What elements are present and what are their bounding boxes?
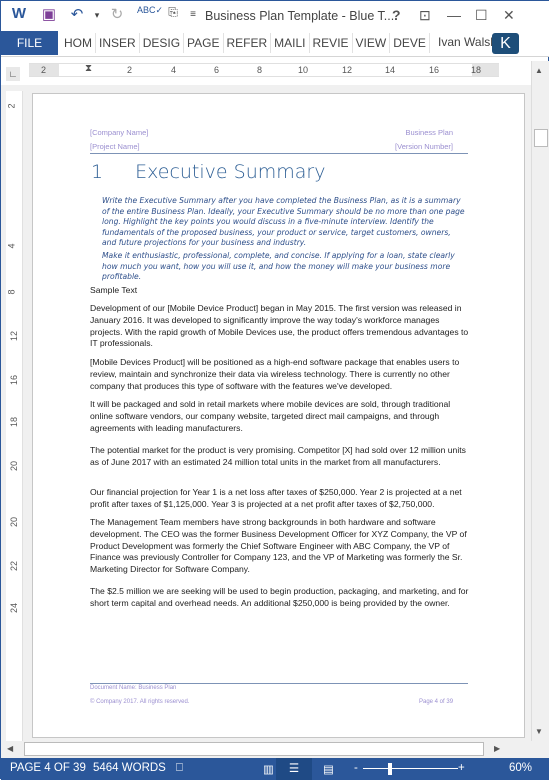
tab-mailings[interactable]: MAILI (271, 33, 310, 53)
footer-divider (90, 683, 468, 684)
tab-page-layout[interactable]: PAGE (184, 33, 224, 53)
tab-references[interactable]: REFER (224, 33, 272, 53)
tab-design[interactable]: DESIG (140, 33, 185, 53)
ribbon-display-icon[interactable]: ⊡ (419, 7, 431, 24)
scroll-right-icon[interactable]: ▶ (494, 744, 500, 753)
minimize-icon[interactable]: — (447, 7, 461, 23)
ruler-label: 12 (342, 65, 353, 75)
help-icon[interactable]: ? (392, 7, 401, 23)
web-layout-icon[interactable]: ▤ (323, 762, 334, 776)
body-paragraph[interactable]: Development of our [Mobile Device Produc… (90, 303, 470, 350)
body-paragraph[interactable]: The potential market for the product is … (90, 445, 470, 469)
horizontal-scrollbar[interactable]: ◀ ▶ (1, 741, 549, 758)
maximize-icon[interactable]: ☐ (475, 7, 488, 24)
header-divider (90, 153, 468, 154)
spelling-icon[interactable]: ABC✓ (137, 5, 163, 16)
undo-icon[interactable]: ↶ (67, 5, 87, 23)
header-version: [Version Number] (395, 142, 453, 151)
zoom-slider-thumb[interactable] (388, 763, 392, 775)
ruler-label: 6 (214, 65, 220, 75)
user-name-label: Ivan Walsh (438, 35, 497, 49)
instruction-text: Make it enthusiastic, professional, comp… (102, 251, 455, 281)
section-heading: 1 Executive Summary (91, 161, 325, 183)
tab-insert[interactable]: INSER (96, 33, 140, 53)
ribbon-tabs: FILE HOM INSER DESIG PAGE REFER MAILI RE… (1, 31, 549, 57)
body-paragraph[interactable]: It will be packaged and sold in retail m… (90, 399, 470, 434)
sample-text-label: Sample Text (90, 285, 138, 295)
print-layout-icon[interactable]: ☰ (276, 758, 312, 780)
vertical-ruler: 2 4 8 12 16 18 20 20 22 24 (6, 91, 23, 741)
scroll-left-icon[interactable]: ◀ (7, 744, 13, 753)
save-icon[interactable]: ▣ (39, 5, 59, 23)
ruler-label: 4 (171, 65, 177, 75)
ruler-label: 16 (429, 65, 440, 75)
word-count[interactable]: 5464 WORDS (93, 762, 166, 774)
zoom-out-button[interactable]: - (354, 762, 358, 774)
status-bar: PAGE 4 OF 39 5464 WORDS ⎕ ▥ ☰ ▤ - + 60% (1, 758, 549, 780)
scrollbar-thumb[interactable] (24, 742, 484, 756)
close-icon[interactable]: ✕ (503, 7, 515, 24)
body-paragraph[interactable]: Our financial projection for Year 1 is a… (90, 487, 470, 511)
footer-docname: Document Name: Business Plan (90, 685, 177, 691)
tab-view[interactable]: VIEW (353, 33, 391, 53)
body-paragraph[interactable]: [Mobile Devices Product] will be positio… (90, 357, 470, 392)
scrollbar-thumb[interactable] (534, 129, 548, 147)
zoom-slider[interactable] (363, 768, 458, 769)
heading-text: Executive Summary (135, 161, 326, 183)
footer-page: Page 4 of 39 (419, 699, 454, 705)
indent-marker[interactable]: ⧗ (85, 63, 92, 74)
proofing-icon[interactable]: ⎕ (176, 762, 183, 775)
tab-home[interactable]: HOM (61, 33, 96, 53)
scroll-up-icon[interactable]: ▲ (535, 66, 543, 75)
customize-icon[interactable]: ≡ (183, 9, 203, 20)
header-company: [Company Name] (90, 128, 149, 137)
footer-copyright: © Company 2017. All rights reserved. (90, 699, 190, 705)
body-paragraph[interactable]: The $2.5 million we are seeking will be … (90, 586, 470, 610)
vertical-scrollbar[interactable]: ▲ ▼ (531, 61, 549, 741)
zoom-level[interactable]: 60% (509, 762, 532, 774)
touch-mode-icon[interactable]: ⎘ (163, 5, 183, 20)
word-icon: W (11, 5, 27, 22)
ruler-label: 2 (127, 65, 133, 75)
read-mode-icon[interactable]: ▥ (263, 762, 274, 776)
tab-file[interactable]: FILE (1, 31, 58, 55)
page-count[interactable]: PAGE 4 OF 39 (10, 762, 86, 774)
zoom-in-button[interactable]: + (458, 762, 465, 774)
undo-dropdown-icon[interactable]: ▾ (87, 10, 107, 21)
ruler-label: 18 (471, 65, 482, 75)
redo-icon[interactable]: ↻ (107, 5, 127, 23)
tab-developer[interactable]: DEVE (390, 33, 430, 53)
avatar[interactable]: K (492, 33, 519, 54)
window-title: Business Plan Template - Blue T... (205, 9, 395, 23)
body-paragraph[interactable]: The Management Team members have strong … (90, 517, 470, 576)
header-doc: Business Plan (405, 128, 453, 137)
instruction-text: Write the Executive Summary after you ha… (102, 196, 465, 247)
ruler-label: 14 (385, 65, 396, 75)
tab-selector[interactable]: ∟ (6, 67, 20, 81)
scroll-down-icon[interactable]: ▼ (535, 727, 543, 736)
ruler-label: 10 (298, 65, 309, 75)
title-bar: W ▣ ↶ ▾ ↻ ABC✓ ⎘ ≡ Business Plan Templat… (1, 1, 549, 31)
ruler-label: 2 (41, 65, 47, 75)
tab-review[interactable]: REVIE (310, 33, 353, 53)
horizontal-ruler[interactable]: 2 ⧗ 2 4 6 8 10 12 14 16 18 (29, 63, 499, 77)
ruler-label: 8 (257, 65, 263, 75)
header-project: [Project Name] (90, 142, 140, 151)
heading-number: 1 (91, 161, 104, 183)
